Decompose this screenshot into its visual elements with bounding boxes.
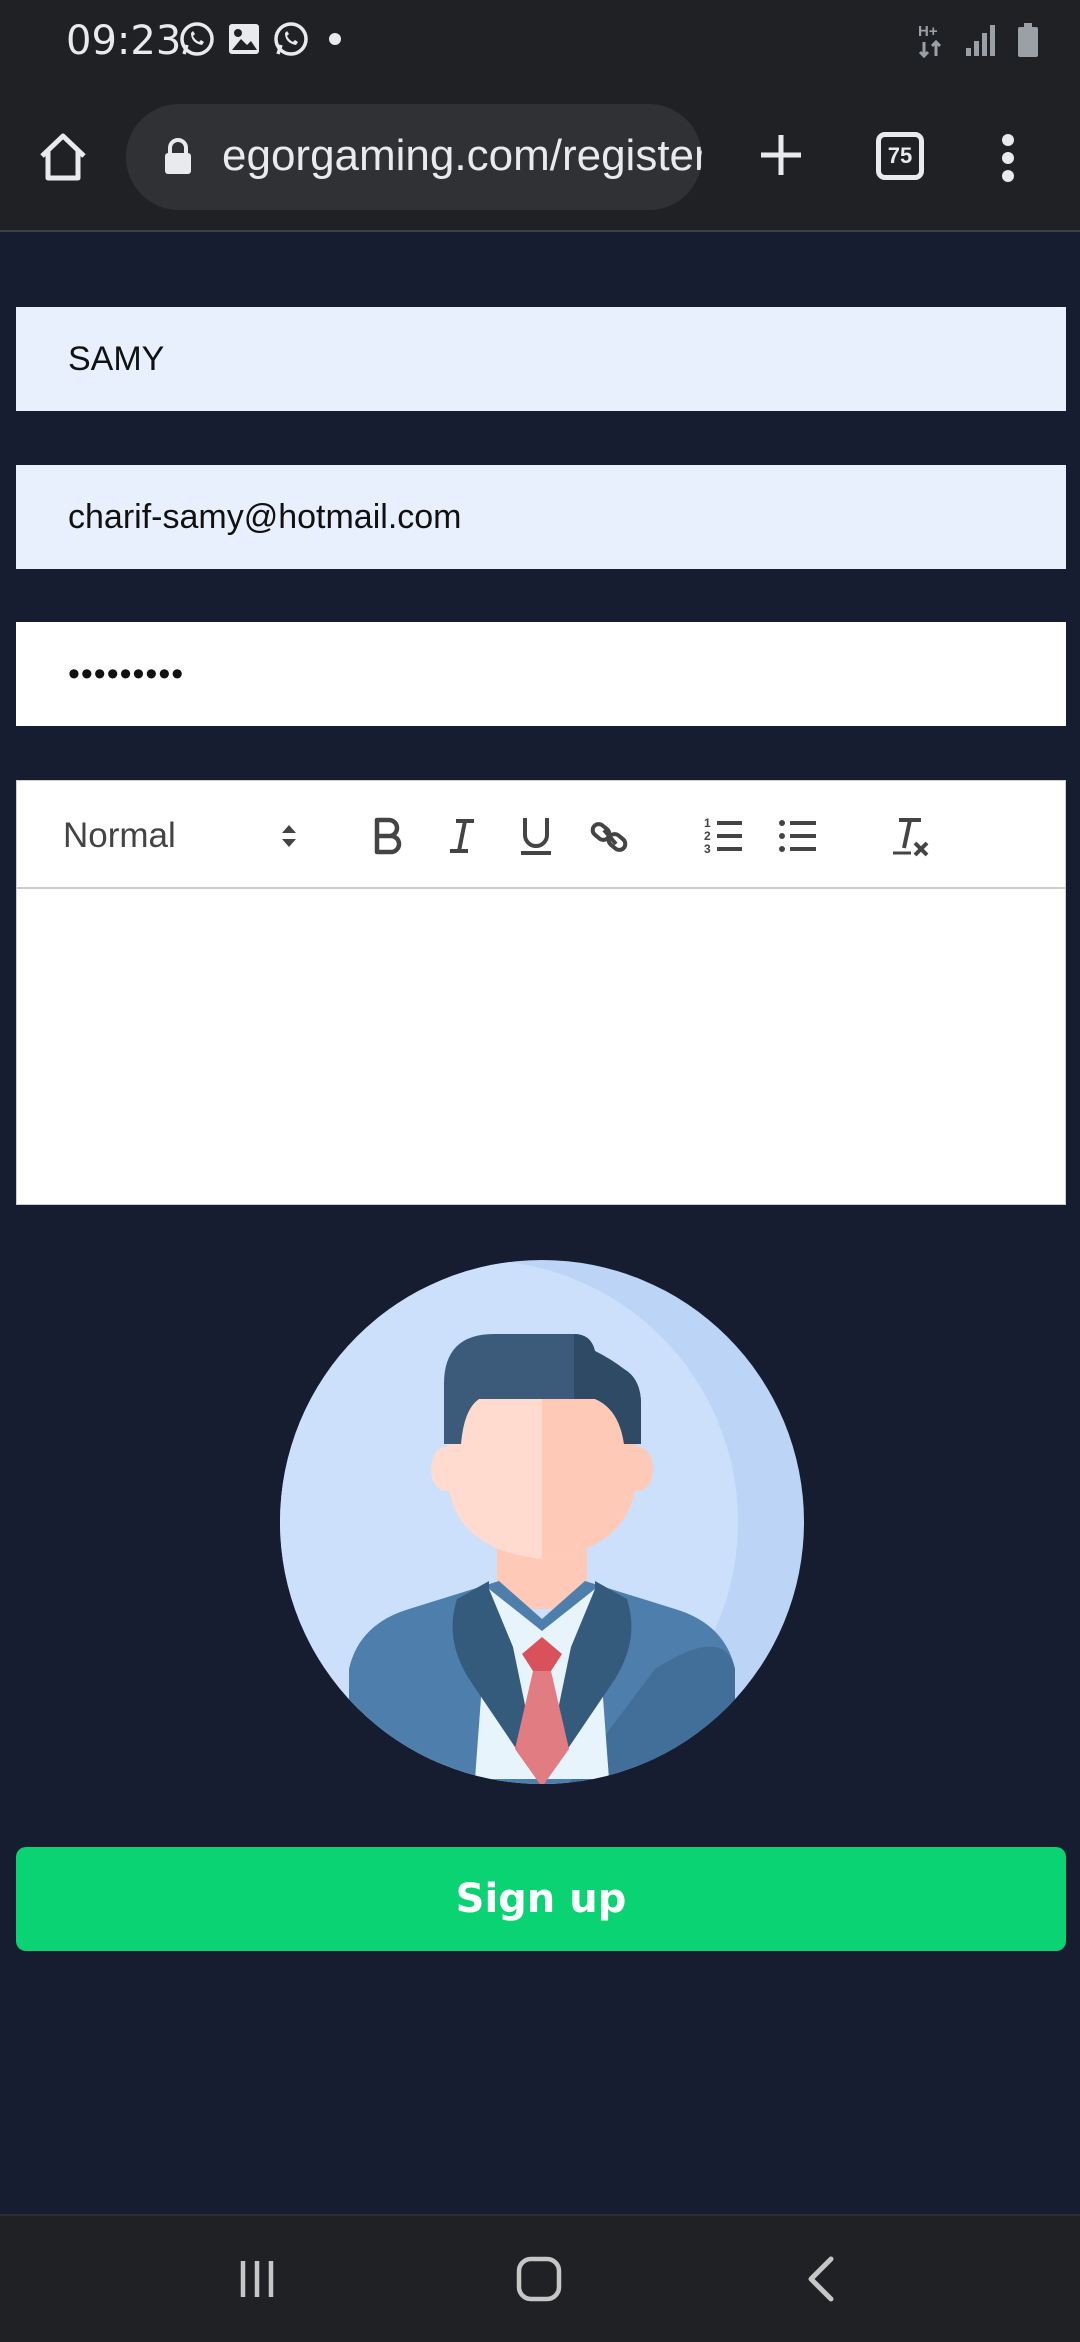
ordered-list-button[interactable]: 1 2 3 — [697, 809, 751, 863]
underline-icon — [521, 818, 551, 855]
businessman-avatar-icon — [280, 1260, 804, 1784]
back-button[interactable] — [788, 2246, 854, 2312]
signal-icon — [964, 22, 998, 63]
ordered-list-icon: 1 2 3 — [704, 816, 742, 856]
more-vert-icon — [1002, 134, 1014, 182]
lock-icon — [162, 138, 194, 181]
editor-content-area[interactable] — [17, 889, 1065, 1204]
system-nav-bar — [0, 2214, 1080, 2342]
nav-home-button[interactable] — [506, 2246, 572, 2312]
plus-icon — [761, 135, 801, 175]
format-select[interactable]: Normal — [63, 811, 303, 861]
signup-button[interactable]: Sign up — [16, 1847, 1066, 1951]
password-input[interactable]: ••••••••• — [16, 622, 1066, 726]
dot-icon — [320, 24, 350, 59]
italic-button[interactable] — [435, 809, 489, 863]
clear-format-button[interactable] — [883, 809, 937, 863]
clear-format-icon — [893, 818, 929, 857]
system-icons: H+ — [916, 20, 1040, 65]
recent-apps-button[interactable] — [224, 2246, 290, 2312]
profile-avatar[interactable] — [279, 1259, 805, 1785]
recent-apps-icon — [240, 2261, 274, 2297]
whatsapp-icon — [272, 20, 310, 63]
gallery-icon — [226, 21, 262, 62]
status-bar: 09:23 H+ — [0, 0, 1080, 84]
bold-icon — [374, 817, 402, 855]
home-icon — [516, 2256, 562, 2302]
name-input[interactable]: SAMY — [16, 307, 1066, 411]
bullet-list-icon — [779, 820, 816, 852]
home-icon — [40, 133, 86, 181]
underline-button[interactable] — [509, 809, 563, 863]
new-tab-button[interactable] — [748, 122, 814, 188]
bullet-list-button[interactable] — [771, 809, 825, 863]
tabs-button[interactable]: 75 — [876, 132, 924, 180]
format-select-label: Normal — [63, 816, 176, 855]
editor-toolbar: Normal 1 2 3 — [17, 781, 1065, 889]
status-time: 09:23 — [66, 18, 182, 64]
italic-icon — [450, 819, 474, 853]
browser-toolbar: egorgaming.com/register 75 — [0, 84, 1080, 232]
back-icon — [808, 2256, 834, 2302]
notification-icons — [178, 20, 350, 63]
svg-text:3: 3 — [704, 842, 711, 856]
email-input[interactable]: charif-samy@hotmail.com — [16, 465, 1066, 569]
rich-text-editor: Normal 1 2 3 — [16, 780, 1066, 1205]
battery-icon — [1016, 21, 1040, 64]
link-button[interactable] — [583, 809, 637, 863]
link-icon — [590, 822, 628, 852]
svg-text:1: 1 — [704, 816, 711, 830]
url-text[interactable]: egorgaming.com/register — [222, 131, 702, 181]
more-menu-button[interactable] — [984, 122, 1032, 194]
select-arrows-icon — [279, 819, 299, 858]
svg-text:H+: H+ — [918, 23, 938, 40]
whatsapp-icon — [178, 20, 216, 63]
bold-button[interactable] — [361, 809, 415, 863]
home-button[interactable] — [30, 124, 96, 190]
network-type-icon: H+ — [916, 20, 946, 65]
address-bar[interactable]: egorgaming.com/register — [126, 104, 702, 210]
svg-text:2: 2 — [704, 829, 711, 843]
